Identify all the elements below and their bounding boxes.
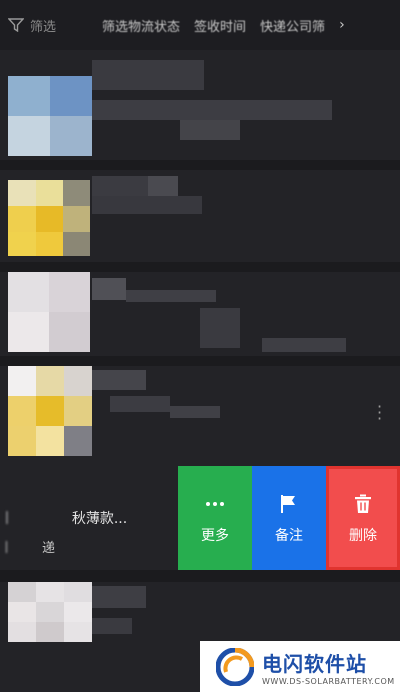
divider [0,570,400,582]
chevron-right-icon[interactable]: › [339,17,345,33]
product-thumbnail [8,582,92,642]
divider [0,160,400,170]
swipe-actions: 更多 备注 删除 [178,466,400,570]
vertical-dots-icon[interactable]: · · · [377,399,382,427]
delete-label: 删除 [349,528,377,544]
remark-button[interactable]: 备注 [252,466,326,570]
site-logo-icon [216,647,254,686]
watermark-subtitle: WWW.DS-SOLARBATTERY.COM [262,676,395,686]
order-card[interactable] [0,272,400,362]
item-title: 丨 秋薄款... [0,511,128,527]
product-thumbnail [8,272,90,352]
divider [0,356,400,366]
product-thumbnail [8,366,92,456]
product-thumbnail [8,180,90,256]
funnel-icon[interactable] [8,18,24,32]
site-watermark: 电闪软件站 WWW.DS-SOLARBATTERY.COM [200,641,400,692]
order-card[interactable] [0,60,400,160]
filter-sign-time[interactable]: 签收时间 [194,16,246,35]
remark-label: 备注 [275,528,303,544]
trash-icon [355,491,371,517]
order-card[interactable] [0,366,400,462]
more-label: 更多 [201,528,229,544]
delete-button[interactable]: 删除 [326,466,400,570]
product-thumbnail [8,76,92,156]
filter-logistics-status[interactable]: 筛选物流状态 [102,16,180,35]
item-subtitle: 丨 递 [0,541,55,556]
order-card[interactable] [0,170,400,260]
filter-bar: 筛选 筛选物流状态 签收时间 快递公司筛 › [0,0,400,50]
divider [0,262,400,272]
flag-icon [280,491,298,517]
filter-label[interactable]: 筛选 [30,16,56,35]
more-button[interactable]: 更多 [178,466,252,570]
filter-courier-company[interactable]: 快递公司筛 [260,16,325,35]
ellipsis-icon [205,491,225,517]
watermark-title: 电闪软件站 [262,651,367,676]
